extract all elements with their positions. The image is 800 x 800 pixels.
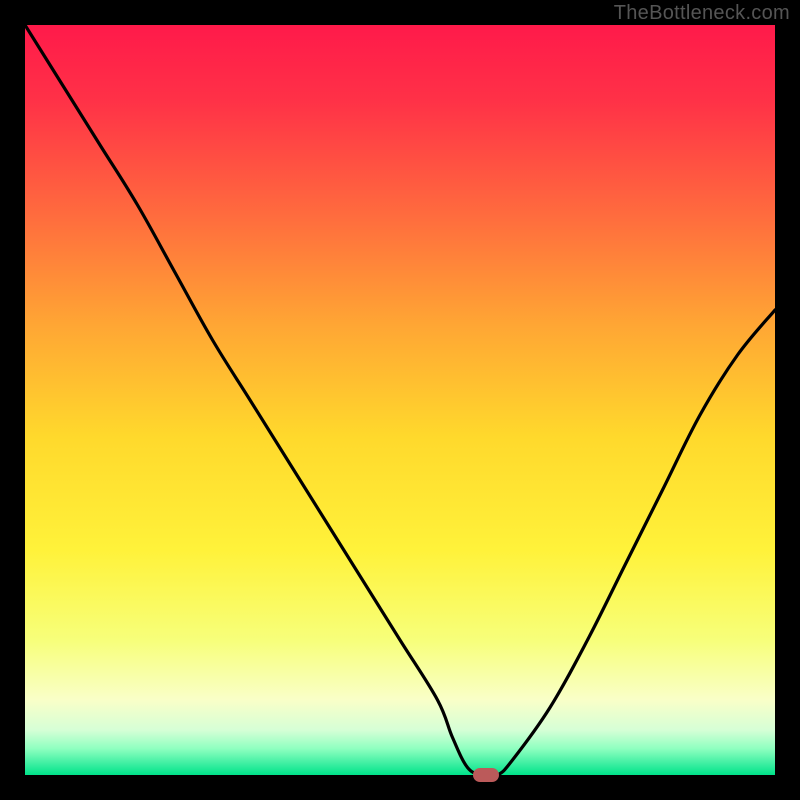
watermark-text: TheBottleneck.com [614, 2, 790, 25]
optimum-marker [473, 768, 499, 782]
plot-svg [25, 25, 775, 775]
plot-area [25, 25, 775, 775]
chart-frame: TheBottleneck.com [0, 0, 800, 800]
gradient-background [25, 25, 775, 775]
